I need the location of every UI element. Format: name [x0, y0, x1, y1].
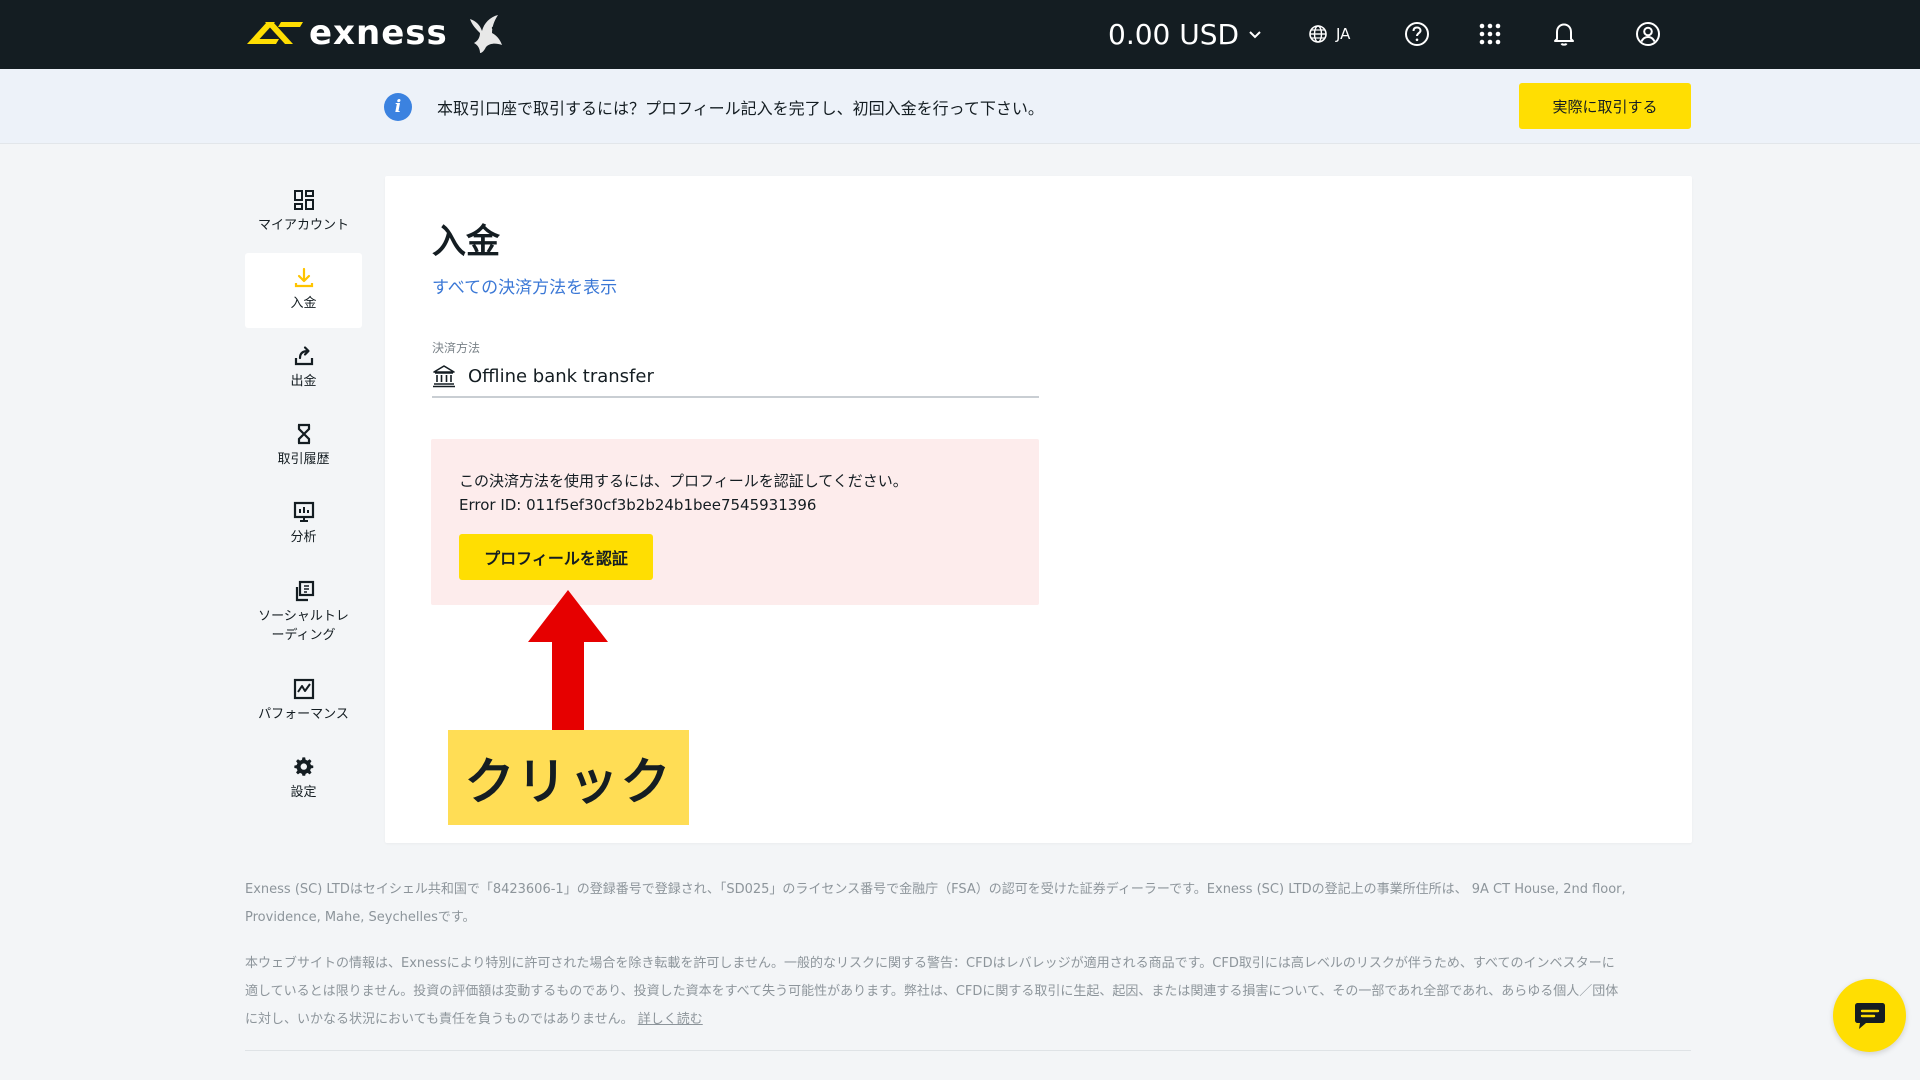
upload-icon	[294, 346, 313, 366]
show-all-methods-link[interactable]: すべての決済方法を表示	[432, 273, 617, 298]
sidebar-nav: マイアカウント 入金 出金 取引履歴 分析 ソーシャルトレ ーディング パフォー…	[245, 175, 362, 820]
globe-icon	[1309, 25, 1327, 43]
sidebar-item-settings[interactable]: 設定	[245, 742, 362, 817]
read-more-link[interactable]: 詳しく読む	[638, 1012, 703, 1027]
sidebar-item-label: マイアカウント	[257, 218, 349, 234]
sidebar-item-label: 分析	[290, 530, 317, 546]
sidebar-item-label: 出金	[290, 374, 317, 390]
language-selector[interactable]: JA	[1308, 20, 1350, 48]
chevron-down-icon	[1249, 31, 1261, 39]
footer-line-text: に対し、いかなる状況においても責任を負うものではありません。	[245, 1012, 634, 1027]
sidebar-item-deposit[interactable]: 入金	[245, 253, 362, 328]
top-bar: exness 0.00 USD JA	[0, 0, 1920, 69]
trade-real-button[interactable]: 実際に取引する	[1519, 83, 1691, 129]
chat-button[interactable]	[1833, 979, 1906, 1052]
language-label: JA	[1336, 25, 1351, 43]
apps-grid-icon	[1479, 23, 1501, 45]
bank-icon	[433, 365, 455, 388]
bell-icon	[1554, 23, 1574, 46]
footer-line: 本ウェブサイトの情報は、Exnessにより特別に許可された場合を除き転載を許可し…	[245, 956, 1615, 971]
footer-line: 適しているとは限りません。投資の評価額は変動するものであり、投資した資本をすべて…	[245, 984, 1619, 999]
download-icon	[294, 267, 313, 288]
sidebar-item-label: 取引履歴	[277, 452, 330, 468]
dove-icon	[469, 15, 502, 53]
footer-line: Exness (SC) LTDはセイシェル共和国で「8423606-1」の登録番…	[245, 882, 1626, 897]
sidebar-item-label: パフォーマンス	[258, 707, 349, 723]
exness-logo-mark-icon	[247, 22, 303, 44]
click-annotation-label: クリック	[448, 730, 689, 825]
footer-risk-warning: 本ウェブサイトの情報は、Exnessにより特別に許可された場合を除き転載を許可し…	[245, 950, 1695, 1034]
hourglass-icon	[297, 423, 310, 445]
sidebar-item-label: ソーシャルトレ	[258, 609, 349, 625]
payment-method-label: 決済方法	[432, 341, 481, 355]
red-arrow-annotation	[528, 590, 608, 732]
error-id: Error ID: 011f5ef30cf3b2b24b1bee75459313…	[459, 496, 817, 514]
balance-dropdown[interactable]: 0.00 USD	[1108, 14, 1263, 54]
copy-icon	[295, 581, 314, 602]
banner-message: 本取引口座で取引するには？プロフィール記入を完了し、初回入金を行って下さい。	[437, 99, 1044, 118]
verify-profile-button[interactable]: プロフィールを認証	[459, 534, 653, 580]
footer-line: Providence, Mahe, Seychellesです。	[245, 910, 476, 925]
info-icon: i	[384, 93, 412, 121]
payment-method-select[interactable]: Offline bank transfer	[432, 356, 1039, 398]
apps-button[interactable]	[1474, 18, 1506, 50]
balance-value: 0.00 USD	[1108, 17, 1240, 51]
page-title: 入金	[432, 222, 500, 262]
footer-divider	[245, 1050, 1691, 1051]
chat-bubble-icon	[1854, 1002, 1885, 1029]
sidebar-item-analytics[interactable]: 分析	[245, 487, 362, 562]
notifications-button[interactable]	[1548, 18, 1580, 50]
profile-button[interactable]	[1632, 18, 1664, 50]
sidebar-item-label: 設定	[290, 785, 317, 801]
analytics-icon	[293, 501, 314, 523]
sidebar-item-social-trading[interactable]: ソーシャルトレ ーディング	[245, 565, 362, 661]
exness-logo[interactable]: exness	[245, 8, 506, 58]
verification-error-box: この決済方法を使用するには、プロフィールを認証してください。 Error ID:…	[431, 439, 1039, 605]
help-button[interactable]	[1401, 18, 1433, 50]
dashboard-icon	[293, 190, 314, 211]
sidebar-item-my-account[interactable]: マイアカウント	[245, 175, 362, 250]
sidebar-item-label: ーディング	[271, 628, 336, 643]
help-icon	[1405, 22, 1429, 46]
error-message: この決済方法を使用するには、プロフィールを認証してください。 Error ID:…	[459, 469, 908, 517]
info-banner: i 本取引口座で取引するには？プロフィール記入を完了し、初回入金を行って下さい。…	[0, 69, 1920, 144]
footer-line: に対し、いかなる状況においても責任を負うものではありません。 詳しく読む	[245, 1006, 1695, 1034]
sidebar-item-history[interactable]: 取引履歴	[245, 409, 362, 484]
footer-legal-text: Exness (SC) LTDはセイシェル共和国で「8423606-1」の登録番…	[245, 876, 1695, 932]
user-circle-icon	[1636, 22, 1660, 46]
performance-icon	[293, 678, 314, 700]
error-text: この決済方法を使用するには、プロフィールを認証してください。	[459, 472, 908, 490]
logo-text: exness	[309, 13, 448, 53]
sidebar-item-performance[interactable]: パフォーマンス	[245, 664, 362, 739]
gear-icon	[293, 757, 313, 776]
payment-method-value: Offline bank transfer	[468, 365, 654, 387]
sidebar-item-withdrawal[interactable]: 出金	[245, 331, 362, 406]
sidebar-item-label: 入金	[290, 296, 317, 312]
